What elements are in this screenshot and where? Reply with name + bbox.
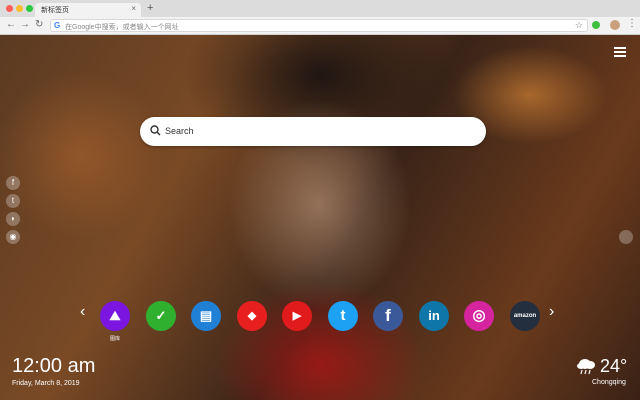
profile-avatar[interactable] <box>610 20 620 30</box>
extension-icon[interactable] <box>592 21 600 29</box>
gallery-shortcut-label: 图库 <box>110 336 121 342</box>
games-shortcut[interactable]: ◆ <box>237 301 267 331</box>
facebook-shortcut[interactable]: f <box>373 301 403 331</box>
instagram-shortcut[interactable]: ◎ <box>464 301 494 331</box>
check-icon: ✓ <box>155 308 167 323</box>
address-bar[interactable]: G 在Google中搜索，或者输入一个网址 ☆ <box>50 19 588 32</box>
tab-close-button[interactable]: × <box>131 4 136 13</box>
search-input[interactable] <box>165 123 465 139</box>
hamburger-menu-icon[interactable] <box>614 47 626 59</box>
forward-button[interactable]: → <box>20 19 30 30</box>
tab-title: 新标签页 <box>41 7 69 14</box>
browser-titlebar: 新标签页 × + <box>0 0 640 17</box>
gallery-shortcut[interactable]: ⛰ <box>100 301 130 331</box>
weather-temperature: 24° <box>600 356 628 376</box>
minimize-window-button[interactable] <box>16 5 23 12</box>
gamepad-icon: ◆ <box>247 310 257 322</box>
new-tab-page: f t ◗ ◉ ‹ › ⛰ 图库 ✓ ▤ ◆ ▶ t f in ◎ amazon… <box>0 35 640 400</box>
twitter-icon[interactable]: t <box>6 194 20 208</box>
facebook-f-icon: f <box>385 306 391 325</box>
back-button[interactable]: ← <box>6 19 16 30</box>
cloud-rain-icon <box>577 359 595 375</box>
twitter-bird-icon: t <box>340 307 346 324</box>
instagram-icon: ◎ <box>472 307 486 324</box>
address-bar-placeholder: 在Google中搜索，或者输入一个网址 <box>65 24 179 31</box>
tasks-shortcut[interactable]: ✓ <box>146 301 176 331</box>
clock-date: Friday, March 8, 2019 <box>12 380 80 387</box>
amazon-shortcut[interactable]: amazon <box>510 301 540 331</box>
news-shortcut[interactable]: ▤ <box>191 301 221 331</box>
twitter-shortcut[interactable]: t <box>328 301 358 331</box>
weather-city: Chongqing <box>592 379 626 386</box>
maximize-window-button[interactable] <box>26 5 33 12</box>
news-icon: ▤ <box>199 308 213 323</box>
new-tab-button[interactable]: + <box>147 2 153 14</box>
wechat-icon[interactable]: ◉ <box>6 230 20 244</box>
notification-icon[interactable] <box>619 230 633 244</box>
linkedin-icon: in <box>428 308 440 323</box>
youtube-icon: ▶ <box>292 310 302 322</box>
linkedin-shortcut[interactable]: in <box>419 301 449 331</box>
shortcuts-prev-arrow[interactable]: ‹ <box>80 303 85 321</box>
facebook-icon[interactable]: f <box>6 176 20 190</box>
search-icon <box>150 125 161 136</box>
snapchat-icon[interactable]: ◗ <box>6 212 20 226</box>
bookmark-star-icon[interactable]: ☆ <box>575 20 583 31</box>
browser-toolbar: ← → ↻ G 在Google中搜索，或者输入一个网址 ☆ <box>0 17 640 35</box>
google-icon: G <box>54 21 61 30</box>
browser-menu-icon[interactable]: ⋮ <box>627 18 637 29</box>
gallery-icon: ⛰ <box>109 308 121 323</box>
browser-tab[interactable]: 新标签页 × <box>35 3 141 17</box>
amazon-icon: amazon <box>513 313 537 319</box>
reload-button[interactable]: ↻ <box>35 19 43 30</box>
close-window-button[interactable] <box>6 5 13 12</box>
clock-time: 12:00 am <box>12 355 96 377</box>
shortcuts-next-arrow[interactable]: › <box>549 303 554 321</box>
search-bar[interactable] <box>140 117 486 146</box>
youtube-shortcut[interactable]: ▶ <box>282 301 312 331</box>
